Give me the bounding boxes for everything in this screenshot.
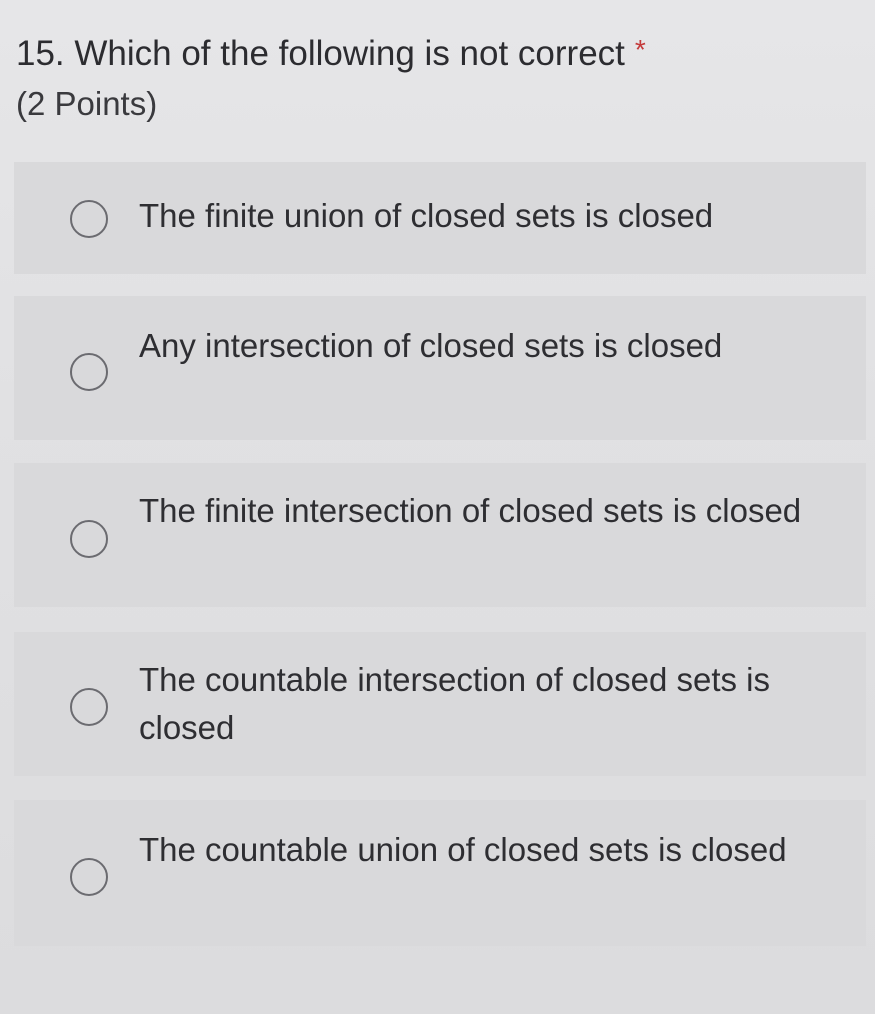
- radio-button-icon[interactable]: [70, 520, 108, 558]
- answer-option-1[interactable]: The finite union of closed sets is close…: [14, 162, 866, 274]
- answer-option-label[interactable]: The finite union of closed sets is close…: [139, 192, 819, 240]
- radio-button-icon[interactable]: [70, 353, 108, 391]
- question-title: 15. Which of the following is not correc…: [16, 26, 856, 78]
- answer-option-label[interactable]: The countable union of closed sets is cl…: [139, 826, 819, 874]
- radio-button-icon[interactable]: [70, 200, 108, 238]
- radio-button-icon[interactable]: [70, 688, 108, 726]
- required-marker: *: [634, 34, 646, 65]
- answer-option-2[interactable]: Any intersection of closed sets is close…: [14, 296, 866, 440]
- answer-option-3[interactable]: The finite intersection of closed sets i…: [14, 463, 866, 607]
- question-text: 15. Which of the following is not correc…: [16, 34, 625, 73]
- answer-option-label[interactable]: The countable intersection of closed set…: [139, 656, 819, 752]
- answer-option-label[interactable]: The finite intersection of closed sets i…: [139, 487, 819, 535]
- question-header: 15. Which of the following is not correc…: [16, 26, 856, 130]
- radio-button-icon[interactable]: [70, 858, 108, 896]
- answer-option-5[interactable]: The countable union of closed sets is cl…: [14, 800, 866, 946]
- question-points: (2 Points): [16, 85, 158, 122]
- answer-option-label[interactable]: Any intersection of closed sets is close…: [139, 322, 819, 370]
- answer-option-4[interactable]: The countable intersection of closed set…: [14, 632, 866, 776]
